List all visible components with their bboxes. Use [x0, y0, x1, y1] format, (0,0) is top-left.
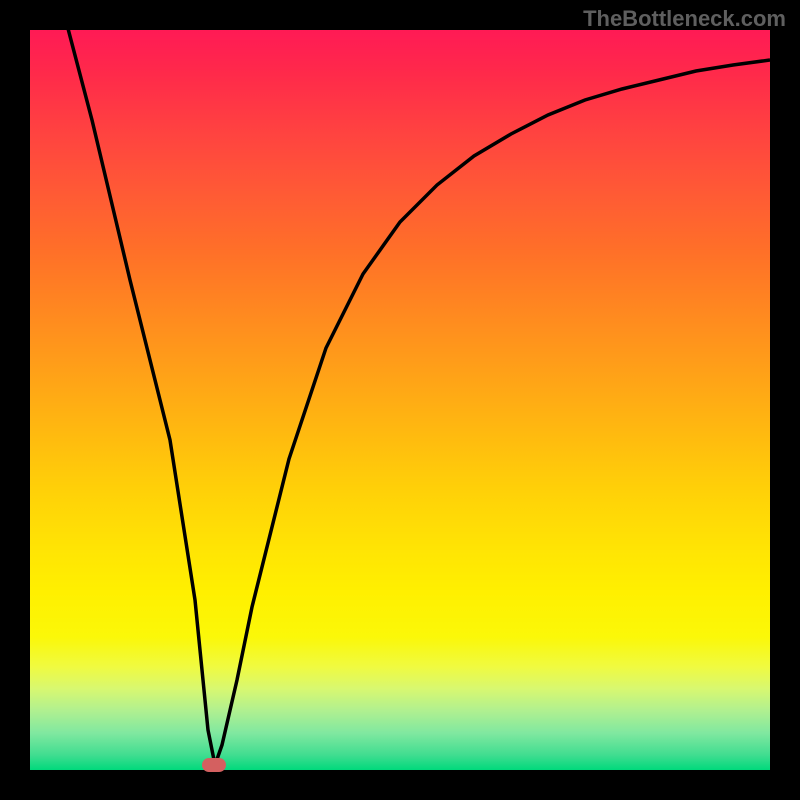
- attribution-text: TheBottleneck.com: [583, 6, 786, 32]
- plot-area: [30, 30, 770, 770]
- optimal-marker: [202, 758, 226, 772]
- bottleneck-curve: [50, 30, 770, 765]
- chart-container: TheBottleneck.com: [0, 0, 800, 800]
- curve-svg: [30, 30, 770, 770]
